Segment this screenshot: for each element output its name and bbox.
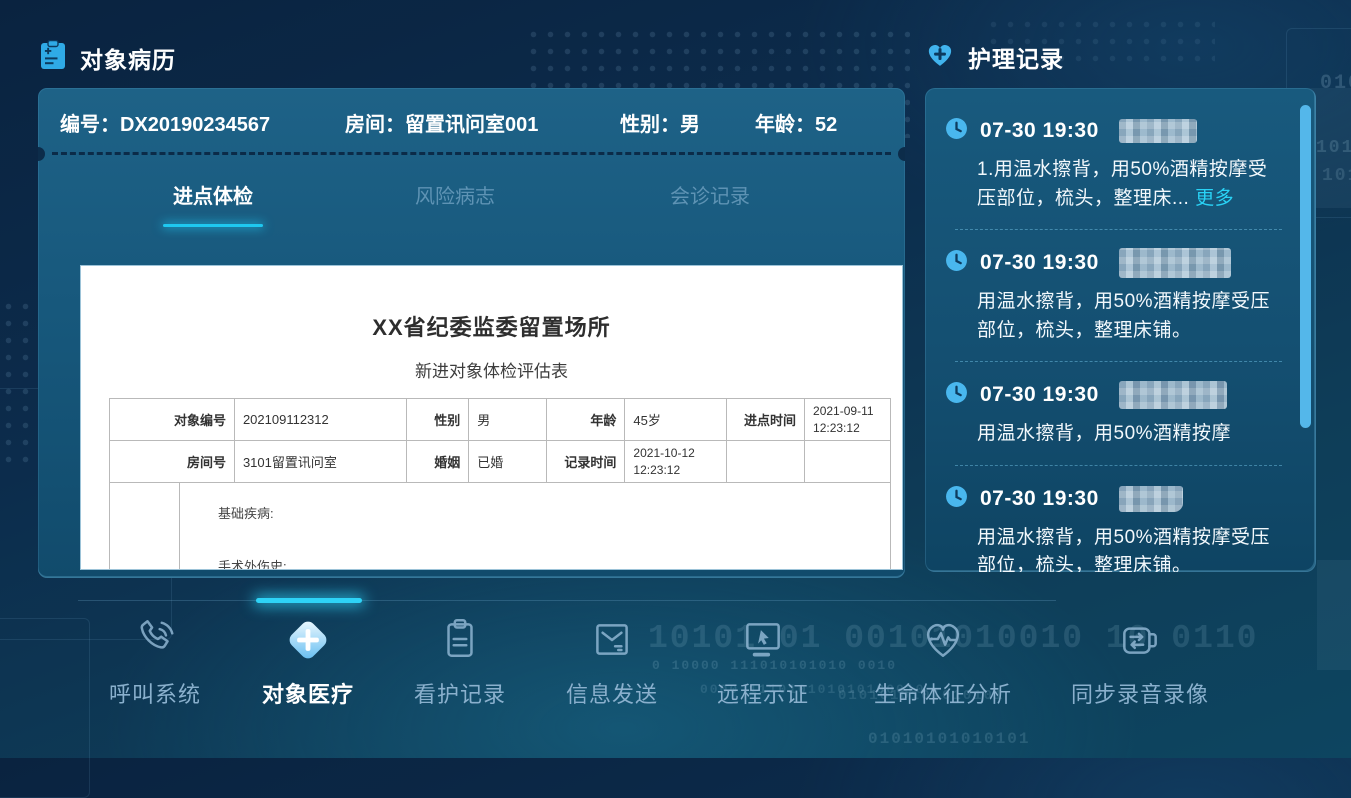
nav-label: 远程示证 bbox=[673, 677, 853, 709]
assessment-table: 对象编号 202109112312 性别 男 年龄 45岁 进点时间 2021-… bbox=[109, 398, 891, 483]
redacted-name bbox=[1119, 248, 1231, 278]
subject-age: 年龄：52 bbox=[755, 108, 837, 137]
active-nav-indicator bbox=[256, 598, 362, 603]
tab-consultation-records[interactable]: 会诊记录 bbox=[670, 180, 750, 209]
tab-risk-notes[interactable]: 风险病志 bbox=[415, 180, 495, 209]
document-form-title: 新进对象体检评估表 bbox=[81, 357, 902, 382]
table-cell: 进点时间 bbox=[726, 399, 804, 441]
table-row: 房间号 3101留置讯问室 婚姻 已婚 记录时间 2021-10-12 12:2… bbox=[110, 441, 891, 483]
record-divider bbox=[955, 229, 1282, 230]
binary-decoration: 10101 bbox=[1316, 138, 1351, 158]
table-cell bbox=[805, 441, 891, 483]
table-cell: 2021-09-11 12:23:12 bbox=[805, 399, 891, 441]
table-cell: 45岁 bbox=[625, 399, 727, 441]
table-cell: 3101留置讯问室 bbox=[234, 441, 406, 483]
medical-record-panel: 编号：DX20190234567 房间：留置讯问室001 性别：男 年龄：52 … bbox=[38, 88, 905, 578]
nursing-record-section-title: 护理记录 bbox=[926, 40, 1064, 74]
table-freeform-row: 基础疾病: 手术外伤史: bbox=[109, 483, 891, 570]
table-cell: 婚姻 bbox=[406, 441, 468, 483]
dashed-divider bbox=[52, 152, 891, 155]
record-time: 07-30 19:30 bbox=[980, 251, 1099, 275]
list-item: 07-30 19:30 用温水擦背，用50%酒精按摩受压部位，梳头，整理床铺。 bbox=[945, 484, 1282, 573]
clock-icon bbox=[945, 249, 968, 277]
nav-item-remote-evidence[interactable]: 远程示证 bbox=[673, 615, 853, 709]
subject-room: 房间：留置讯问室001 bbox=[345, 108, 538, 137]
table-cell: 男 bbox=[469, 399, 547, 441]
record-text: 用温水擦背，用50%酒精按摩受压部位，梳头，整理床铺。 bbox=[977, 288, 1282, 345]
medical-record-section-title: 对象病历 bbox=[40, 40, 176, 76]
monitor-cursor-icon bbox=[673, 615, 853, 667]
subject-id: 编号：DX20190234567 bbox=[60, 108, 270, 137]
clipboard-blue-icon bbox=[40, 40, 66, 76]
binary-decoration: 1011 bbox=[1322, 166, 1351, 186]
assessment-form-document: XX省纪委监委留置场所 新进对象体检评估表 对象编号 202109112312 … bbox=[80, 265, 903, 570]
nav-item-sync-recording[interactable]: 同步录音录像 bbox=[1050, 615, 1230, 709]
record-time: 07-30 19:30 bbox=[980, 119, 1099, 143]
list-item: 07-30 19:30 用温水擦背，用50%酒精按摩受压部位，梳头，整理床铺。 bbox=[945, 248, 1282, 362]
table-cell: 基础疾病: 手术外伤史: bbox=[180, 483, 890, 570]
table-cell: 房间号 bbox=[110, 441, 235, 483]
table-cell bbox=[726, 441, 804, 483]
record-header: 07-30 19:30 bbox=[945, 380, 1282, 410]
record-text: 用温水擦背，用50%酒精按摩 bbox=[977, 420, 1282, 449]
record-text: 1.用温水擦背，用50%酒精按摩受压部位，梳头，整理床... 更多 bbox=[977, 156, 1282, 213]
redacted-name bbox=[1119, 381, 1227, 409]
nav-divider-line bbox=[78, 600, 1056, 601]
scrollbar-thumb[interactable] bbox=[1300, 105, 1311, 428]
table-cell: 已婚 bbox=[469, 441, 547, 483]
nursing-record-panel: 07-30 19:30 1.用温水擦背，用50%酒精按摩受压部位，梳头，整理床.… bbox=[925, 88, 1316, 572]
record-divider bbox=[955, 465, 1282, 466]
video-camera-sync-icon bbox=[1050, 615, 1230, 667]
table-cell: 年龄 bbox=[547, 399, 625, 441]
tab-entry-checkup[interactable]: 进点体检 bbox=[173, 180, 253, 209]
heart-plus-icon bbox=[926, 41, 954, 73]
more-link[interactable]: 更多 bbox=[1195, 188, 1234, 209]
record-header: 07-30 19:30 bbox=[945, 116, 1282, 146]
list-item: 07-30 19:30 1.用温水擦背，用50%酒精按摩受压部位，梳头，整理床.… bbox=[945, 116, 1282, 230]
clock-icon bbox=[945, 381, 968, 409]
record-time: 07-30 19:30 bbox=[980, 383, 1099, 407]
binary-decoration: 010 bbox=[1320, 72, 1351, 95]
field-surgery-history: 手术外伤史: bbox=[218, 556, 890, 570]
page-title: 护理记录 bbox=[968, 40, 1064, 74]
page-title: 对象病历 bbox=[80, 41, 176, 75]
record-time: 07-30 19:30 bbox=[980, 487, 1099, 511]
panel-notch bbox=[898, 147, 905, 161]
dashboard-root: { "left": { "title": "对象病历", "info": [ {… bbox=[0, 0, 1351, 758]
clock-icon bbox=[945, 485, 968, 513]
redacted-name bbox=[1119, 486, 1183, 512]
table-cell: 记录时间 bbox=[547, 441, 625, 483]
nav-label: 同步录音录像 bbox=[1050, 677, 1230, 709]
nav-label: 生命体征分析 bbox=[853, 677, 1033, 709]
record-header: 07-30 19:30 bbox=[945, 484, 1282, 514]
table-cell: 202109112312 bbox=[234, 399, 406, 441]
subject-info-bar: 编号：DX20190234567 房间：留置讯问室001 性别：男 年龄：52 bbox=[38, 108, 905, 154]
table-row: 对象编号 202109112312 性别 男 年龄 45岁 进点时间 2021-… bbox=[110, 399, 891, 441]
table-cell: 对象编号 bbox=[110, 399, 235, 441]
nav-item-vital-signs[interactable]: 生命体征分析 bbox=[853, 615, 1033, 709]
table-cell: 性别 bbox=[406, 399, 468, 441]
active-tab-underline bbox=[163, 224, 263, 227]
table-cell bbox=[110, 483, 180, 570]
table-cell: 2021-10-12 12:23:12 bbox=[625, 441, 727, 483]
document-org-title: XX省纪委监委留置场所 bbox=[81, 310, 902, 342]
clock-icon bbox=[945, 117, 968, 145]
field-basic-disease: 基础疾病: bbox=[218, 503, 890, 522]
list-item: 07-30 19:30 用温水擦背，用50%酒精按摩 bbox=[945, 380, 1282, 466]
heart-pulse-icon bbox=[853, 615, 1033, 667]
redacted-name bbox=[1119, 119, 1197, 143]
background-block-decoration bbox=[1317, 560, 1351, 670]
record-text: 用温水擦背，用50%酒精按摩受压部位，梳头，整理床铺。 bbox=[977, 524, 1282, 573]
record-divider bbox=[955, 361, 1282, 362]
record-header: 07-30 19:30 bbox=[945, 248, 1282, 278]
subject-gender: 性别：男 bbox=[620, 108, 700, 137]
binary-decoration: 01010101010101 bbox=[868, 730, 1030, 748]
